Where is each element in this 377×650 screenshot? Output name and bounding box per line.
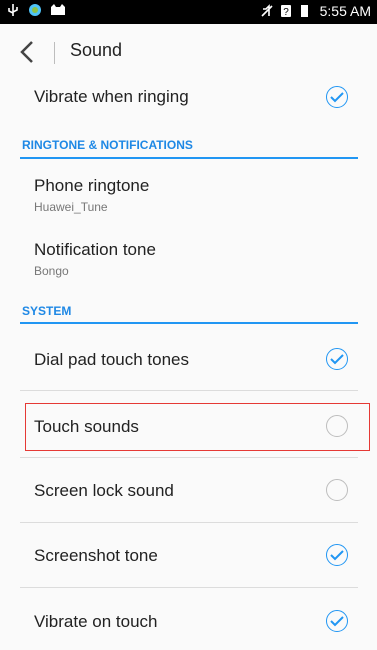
clock: 5:55 AM bbox=[319, 3, 371, 19]
section-header-system: SYSTEM bbox=[22, 304, 72, 318]
checkbox-checked-icon[interactable] bbox=[326, 348, 348, 370]
app-bar-divider bbox=[54, 42, 55, 64]
list-item-vibrate-when-ringing[interactable]: Vibrate when ringing bbox=[0, 80, 377, 120]
status-bar: ? 5:55 AM bbox=[0, 0, 377, 24]
checkbox-checked-icon[interactable] bbox=[326, 610, 348, 632]
checkbox-unchecked-icon[interactable] bbox=[326, 479, 348, 501]
list-item-screen-lock-sound[interactable]: Screen lock sound bbox=[0, 460, 377, 520]
page-title: Sound bbox=[70, 40, 123, 60]
usb-icon bbox=[6, 3, 20, 17]
divider bbox=[20, 457, 358, 458]
list-item-notification-tone[interactable]: Notification tone Bongo bbox=[0, 232, 377, 290]
section-divider bbox=[20, 322, 358, 324]
list-item-label: Notification tone bbox=[34, 240, 156, 259]
battery-icon bbox=[300, 4, 314, 18]
checkbox-unchecked-icon[interactable] bbox=[326, 415, 348, 437]
sim-icon: ? bbox=[280, 4, 294, 18]
mute-icon bbox=[260, 4, 274, 18]
list-item-dial-pad-touch-tones[interactable]: Dial pad touch tones bbox=[0, 330, 377, 390]
list-item-label: Dial pad touch tones bbox=[34, 350, 189, 369]
list-item-label: Vibrate on touch bbox=[34, 612, 158, 631]
divider bbox=[20, 522, 358, 523]
list-item-label: Touch sounds bbox=[34, 417, 139, 436]
list-item-vibrate-on-touch[interactable]: Vibrate on touch bbox=[0, 590, 377, 650]
divider bbox=[20, 587, 358, 588]
list-item-summary: Bongo bbox=[34, 264, 69, 278]
list-item-summary: Huawei_Tune bbox=[34, 200, 108, 214]
divider bbox=[20, 390, 358, 391]
section-divider bbox=[20, 157, 358, 159]
list-item-label: Screen lock sound bbox=[34, 481, 174, 500]
svg-text:?: ? bbox=[283, 7, 289, 18]
section-header-ringtone: RINGTONE & NOTIFICATIONS bbox=[22, 138, 193, 152]
app-bar: Sound bbox=[0, 24, 377, 80]
list-item-label: Phone ringtone bbox=[34, 176, 150, 195]
list-item-label: Screenshot tone bbox=[34, 546, 158, 565]
list-item-screenshot-tone[interactable]: Screenshot tone bbox=[0, 526, 377, 586]
list-item-touch-sounds[interactable]: Touch sounds bbox=[0, 397, 377, 457]
app-icon bbox=[28, 3, 42, 17]
chevron-left-icon[interactable] bbox=[16, 38, 40, 66]
list-item-label: Vibrate when ringing bbox=[34, 87, 189, 106]
cat-icon bbox=[50, 3, 65, 17]
list-item-phone-ringtone[interactable]: Phone ringtone Huawei_Tune bbox=[0, 168, 377, 226]
checkbox-checked-icon[interactable] bbox=[326, 86, 348, 108]
checkbox-checked-icon[interactable] bbox=[326, 544, 348, 566]
